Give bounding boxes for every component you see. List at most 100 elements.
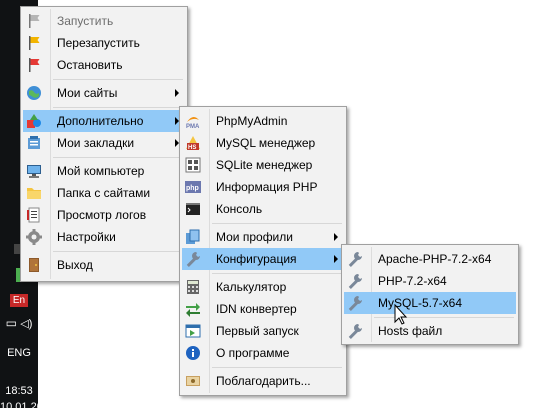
menu-item-about[interactable]: О программе — [182, 342, 344, 364]
menu-item-configuration[interactable]: Конфигурация — [182, 248, 344, 270]
extra-submenu: PMA PhpMyAdmin HS MySQL менеджер SQLite … — [179, 106, 347, 396]
menu-item-label: Просмотр логов — [57, 208, 147, 222]
gear-icon — [26, 229, 42, 245]
svg-text:PMA: PMA — [186, 124, 200, 129]
log-icon — [26, 207, 42, 223]
menu-item-phpmyadmin[interactable]: PMA PhpMyAdmin — [182, 110, 344, 132]
menu-item-settings[interactable]: Настройки — [23, 226, 185, 248]
menu-item-label: Мои сайты — [57, 86, 118, 100]
menu-item-label: Настройки — [57, 230, 116, 244]
exit-door-icon — [26, 257, 42, 273]
separator — [212, 273, 342, 274]
menu-item-mysql-manager[interactable]: HS MySQL менеджер — [182, 132, 344, 154]
globe-icon — [26, 85, 42, 101]
menu-item-label: Мои закладки — [57, 136, 135, 150]
submenu-arrow-icon — [334, 233, 338, 241]
menu-item-label: PHP-7.2-x64 — [378, 274, 447, 288]
menu-item-label: PhpMyAdmin — [216, 114, 288, 128]
menu-item-console[interactable]: Консоль — [182, 198, 344, 220]
php-info-icon: php — [185, 179, 201, 195]
menu-item-label: Поблагодарить... — [216, 374, 311, 388]
menu-item-thanks[interactable]: Поблагодарить... — [182, 370, 344, 392]
network-icon[interactable]: ▭ — [6, 316, 17, 330]
menu-item-idn-converter[interactable]: IDN конвертер — [182, 298, 344, 320]
menu-item-my-sites[interactable]: Мои сайты — [23, 82, 185, 104]
menu-item-stop[interactable]: Остановить — [23, 54, 185, 76]
separator — [53, 79, 183, 80]
menu-item-label: Запустить — [57, 14, 114, 28]
idn-converter-icon — [185, 301, 201, 317]
menu-item-first-run[interactable]: Первый запуск — [182, 320, 344, 342]
menu-item-php-config[interactable]: PHP-7.2-x64 — [344, 270, 516, 292]
wrench-icon — [347, 323, 363, 339]
console-icon — [185, 201, 201, 217]
flag-red-icon — [26, 57, 42, 73]
menu-item-label: Мои профили — [216, 230, 293, 244]
separator — [212, 367, 342, 368]
configuration-submenu: Apache-PHP-7.2-x64 PHP-7.2-x64 MySQL-5.7… — [341, 244, 519, 345]
volume-icon[interactable]: ◁) — [20, 318, 32, 330]
menu-item-view-logs[interactable]: Просмотр логов — [23, 204, 185, 226]
wrench-icon — [347, 251, 363, 267]
bookmarks-icon — [26, 135, 42, 151]
menu-item-label: О программе — [216, 346, 290, 360]
thanks-icon — [185, 373, 201, 389]
pma-icon: PMA — [185, 113, 201, 129]
menu-item-start[interactable]: Запустить — [23, 10, 185, 32]
wrench-icon — [347, 295, 363, 311]
computer-icon — [26, 163, 42, 179]
mysql-manager-icon: HS — [185, 135, 201, 151]
svg-text:HS: HS — [188, 145, 196, 151]
menu-item-label: Мой компьютер — [57, 164, 145, 178]
lang-badge-label: En — [9, 294, 29, 307]
flag-gray-icon — [26, 13, 42, 29]
menu-item-apache-php-config[interactable]: Apache-PHP-7.2-x64 — [344, 248, 516, 270]
menu-item-label: Apache-PHP-7.2-x64 — [378, 252, 492, 266]
menu-item-sqlite-manager[interactable]: SQLite менеджер — [182, 154, 344, 176]
menu-item-restart[interactable]: Перезапустить — [23, 32, 185, 54]
profiles-icon — [185, 229, 201, 245]
menu-item-php-info[interactable]: php Информация PHP — [182, 176, 344, 198]
menu-item-mysql-config[interactable]: MySQL-5.7-x64 — [344, 292, 516, 314]
separator — [53, 157, 183, 158]
svg-text:php: php — [186, 185, 199, 192]
tray-network-volume[interactable]: ▭ ◁) — [0, 316, 38, 332]
menu-item-label: Первый запуск — [216, 324, 299, 338]
wrench-icon — [347, 273, 363, 289]
separator — [53, 251, 183, 252]
main-context-menu: Запустить Перезапустить Остановить Мои с… — [20, 6, 188, 282]
menu-item-extra[interactable]: Дополнительно — [23, 110, 185, 132]
menu-item-label: Конфигурация — [216, 252, 297, 266]
separator — [212, 223, 342, 224]
menu-item-label: Выход — [57, 258, 93, 272]
menu-item-label: Перезапустить — [57, 36, 140, 50]
lang-badge[interactable]: En — [0, 292, 38, 308]
clock-time[interactable]: 18:53 — [0, 385, 38, 399]
submenu-arrow-icon — [175, 89, 179, 97]
menu-item-calculator[interactable]: Калькулятор — [182, 276, 344, 298]
menu-item-label: MySQL-5.7-x64 — [378, 296, 463, 310]
menu-item-sites-folder[interactable]: Папка с сайтами — [23, 182, 185, 204]
menu-item-label: IDN конвертер — [216, 302, 297, 316]
menu-item-label: Консоль — [216, 202, 263, 216]
clock-date[interactable]: 10.01.2020 — [0, 401, 55, 415]
menu-item-label: Остановить — [57, 58, 123, 72]
menu-item-label: Папка с сайтами — [57, 186, 151, 200]
menu-item-label: Дополнительно — [57, 114, 144, 128]
first-run-icon — [185, 323, 201, 339]
language-indicator[interactable]: ENG — [0, 347, 38, 361]
menu-item-label: Hosts файл — [378, 324, 443, 338]
mouse-cursor-icon — [394, 303, 408, 326]
flag-yellow-icon — [26, 35, 42, 51]
menu-item-label: SQLite менеджер — [216, 158, 313, 172]
shapes-icon — [26, 113, 42, 129]
menu-item-label: Информация PHP — [216, 180, 318, 194]
menu-item-my-computer[interactable]: Мой компьютер — [23, 160, 185, 182]
menu-item-exit[interactable]: Выход — [23, 254, 185, 276]
menu-item-my-profiles[interactable]: Мои профили — [182, 226, 344, 248]
wrench-icon — [185, 251, 201, 267]
menu-item-bookmarks[interactable]: Мои закладки — [23, 132, 185, 154]
menu-item-hosts-file[interactable]: Hosts файл — [344, 320, 516, 342]
menu-item-label: Калькулятор — [216, 280, 287, 294]
info-icon — [185, 345, 201, 361]
